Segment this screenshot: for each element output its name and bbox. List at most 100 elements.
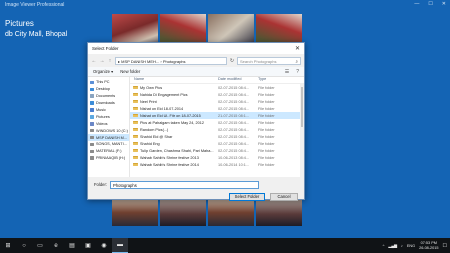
nav-item[interactable]: This PC bbox=[88, 79, 129, 86]
file-row[interactable]: Wahab Sahib's Shrine festive 2014 10-06-2… bbox=[130, 161, 304, 168]
file-row[interactable]: My Own Pics 02-07-2015 08:4... File folder bbox=[130, 84, 304, 91]
nav-item[interactable]: WINDOWS 10 (C:) bbox=[88, 127, 129, 134]
folder-icon bbox=[133, 148, 138, 153]
view-options-icon[interactable]: ☰ bbox=[285, 69, 289, 75]
file-type: File folder bbox=[258, 127, 275, 132]
dialog-title-bar: Select Folder ✕ bbox=[88, 43, 304, 54]
new-folder-button[interactable]: New folder bbox=[120, 69, 140, 74]
nav-item-label: Downloads bbox=[96, 101, 115, 106]
folder-input[interactable]: Photographs bbox=[110, 180, 260, 189]
file-date: 02-07-2015 08:4... bbox=[218, 106, 250, 111]
nav-item[interactable]: MATERIAL (F:) bbox=[88, 148, 129, 155]
forward-arrow-icon[interactable]: → bbox=[99, 58, 105, 64]
file-row[interactable]: Shahid Eng 02-07-2015 08:4... File folder bbox=[130, 140, 304, 147]
file-name-cell: Nishat on Eid Ul- Fitr on 18-07-2015 bbox=[130, 114, 218, 118]
nav-item-icon bbox=[90, 135, 94, 140]
vertical-scrollbar[interactable] bbox=[300, 84, 304, 177]
folder-icon bbox=[133, 99, 138, 104]
clock-date: 26-08-2015 bbox=[419, 245, 439, 250]
organize-button[interactable]: Organize ▾ bbox=[93, 69, 113, 74]
task-view-icon[interactable]: ▭ bbox=[32, 238, 48, 253]
file-name: Nishat on Eid 18-07-2014 bbox=[140, 106, 184, 111]
nav-item[interactable]: Downloads bbox=[88, 100, 129, 107]
file-type: File folder bbox=[258, 141, 275, 146]
address-bar[interactable]: ▸ MSP DANISH MEH... › Photographs bbox=[115, 56, 227, 65]
nav-item[interactable]: PRINIAAQIB (H:) bbox=[88, 155, 129, 162]
nav-item-icon bbox=[90, 122, 94, 126]
back-arrow-icon[interactable]: ← bbox=[91, 58, 97, 64]
file-name: Tulip Garden, Chashma Shahi, Pari Maha..… bbox=[140, 148, 214, 153]
file-row[interactable]: Nishat on Eid Ul- Fitr on 18-07-2015 21-0… bbox=[130, 112, 304, 119]
start-icon[interactable]: ⊞ bbox=[0, 238, 16, 253]
file-date: 02-07-2015 08:4... bbox=[218, 148, 250, 153]
file-row[interactable]: Nishat on Eid 18-07-2014 02-07-2015 08:4.… bbox=[130, 105, 304, 112]
page-subheading: db City Mall, Bhopal bbox=[5, 31, 68, 38]
tray-chevron-icon[interactable]: ^ bbox=[383, 244, 385, 248]
help-icon[interactable]: ? bbox=[296, 69, 299, 75]
notifications-icon[interactable]: ☐ bbox=[443, 243, 447, 249]
file-name: Shahid Eid @ Shar bbox=[140, 134, 173, 139]
column-header-type[interactable]: Type bbox=[258, 77, 288, 83]
system-tray: ^ ▂▄▆ ♪ ENG 07:53 PM 26-08-2015 ☐ bbox=[383, 241, 450, 251]
nav-item-icon bbox=[90, 101, 94, 105]
explorer-icon[interactable]: ▤ bbox=[64, 238, 80, 253]
file-name-cell: Nahida Di Engagement Pics bbox=[130, 93, 218, 97]
network-icon[interactable]: ▂▄▆ bbox=[388, 243, 397, 248]
file-date: 02-07-2015 08:4... bbox=[218, 85, 250, 90]
file-row[interactable]: Random Pics(...) 02-07-2015 08:4... File f… bbox=[130, 126, 304, 133]
file-date: 10-06-2013 08:4... bbox=[218, 155, 250, 160]
nav-item[interactable]: Desktop bbox=[88, 86, 129, 93]
chrome-icon[interactable]: ◉ bbox=[96, 238, 112, 253]
file-row[interactable]: Tulip Garden, Chashma Shahi, Pari Maha..… bbox=[130, 147, 304, 154]
folder-icon bbox=[133, 155, 138, 160]
file-name: Shahid Eng bbox=[140, 141, 160, 146]
nav-item[interactable]: MSP DANISH M... bbox=[88, 134, 129, 142]
nav-item-icon bbox=[90, 108, 94, 112]
dialog-title: Select Folder bbox=[92, 46, 119, 51]
cancel-button[interactable]: Cancel bbox=[270, 193, 298, 201]
file-name-cell: Random Pics(...) bbox=[130, 128, 218, 132]
file-row[interactable]: Shahid Eid @ Shar 02-07-2015 08:4... File … bbox=[130, 133, 304, 140]
language-indicator[interactable]: ENG bbox=[407, 244, 415, 248]
app-icon[interactable]: ▬ bbox=[112, 238, 128, 253]
close-icon[interactable]: ✕ bbox=[295, 45, 300, 52]
maximize-button[interactable]: ☐ bbox=[428, 1, 432, 7]
file-date: 02-07-2015 08:4... bbox=[218, 92, 250, 97]
refresh-icon[interactable]: ↻ bbox=[229, 58, 235, 64]
nav-item-label: Documents bbox=[96, 94, 116, 99]
clock-time: 07:53 PM bbox=[420, 240, 437, 245]
nav-item[interactable]: Pictures bbox=[88, 113, 129, 120]
dialog-buttons: Select Folder Cancel bbox=[88, 190, 304, 201]
file-row[interactable]: Wahab Sahib's Shrine festive 2013 10-06-2… bbox=[130, 154, 304, 161]
file-date: 02-07-2015 08:4... bbox=[218, 99, 250, 104]
clock[interactable]: 07:53 PM 26-08-2015 bbox=[419, 241, 438, 251]
file-type: File folder bbox=[258, 134, 275, 139]
minimize-button[interactable]: — bbox=[414, 1, 419, 7]
file-type: File folder bbox=[258, 85, 275, 90]
search-input[interactable]: Search Photographs ⌕ bbox=[237, 56, 301, 65]
search-placeholder: Search Photographs bbox=[240, 58, 277, 64]
volume-icon[interactable]: ♪ bbox=[401, 244, 403, 248]
nav-item[interactable]: Videos bbox=[88, 120, 129, 127]
select-folder-button[interactable]: Select Folder bbox=[229, 193, 265, 201]
nav-item-icon bbox=[90, 128, 94, 133]
file-row[interactable]: Nahida Di Engagement Pics 02-07-2015 08:4… bbox=[130, 91, 304, 98]
nav-item[interactable]: Documents bbox=[88, 93, 129, 100]
close-window-button[interactable]: ✕ bbox=[442, 1, 446, 7]
file-row[interactable]: Neel Print 02-07-2015 08:4... File folder bbox=[130, 98, 304, 105]
file-name-cell: Shahid Eng bbox=[130, 142, 218, 146]
column-header-date[interactable]: Date modified bbox=[218, 77, 258, 83]
folder-icon bbox=[133, 127, 138, 132]
nav-item[interactable]: Music bbox=[88, 107, 129, 114]
nav-item[interactable]: SONGS, MANTI... bbox=[88, 141, 129, 148]
file-type: File folder bbox=[258, 155, 275, 160]
edge-icon[interactable]: e bbox=[48, 238, 64, 253]
store-icon[interactable]: ▣ bbox=[80, 238, 96, 253]
file-row[interactable]: Pics at Pahalgam taken May 24, 2012 02-07… bbox=[130, 119, 304, 126]
navigation-pane: This PC Desktop Documents Downloads Music Pic… bbox=[88, 77, 130, 177]
search-icon[interactable]: ○ bbox=[16, 238, 32, 253]
up-arrow-icon[interactable]: ↑ bbox=[107, 58, 113, 64]
column-header-name[interactable]: Name bbox=[130, 77, 218, 83]
scrollbar-thumb[interactable] bbox=[300, 87, 304, 127]
file-date: 02-07-2015 08:4... bbox=[218, 127, 250, 132]
